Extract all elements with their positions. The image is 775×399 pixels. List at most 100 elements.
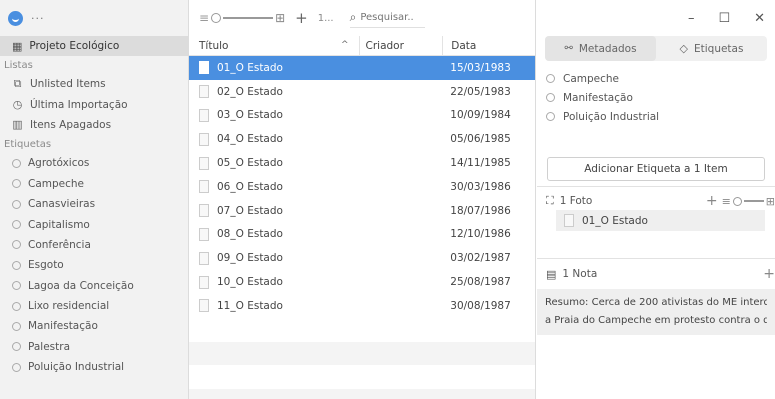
metadata-icon: ⚯ [564,43,573,54]
item-tag[interactable]: Campeche [546,69,775,88]
photo-item[interactable]: 01_O Estado [556,210,765,231]
table-row[interactable]: 09_O Estado 03/02/1987 [189,246,535,270]
tag-circle-icon [12,362,21,372]
table-row[interactable]: 11_O Estado 30/08/1987 [189,294,535,318]
clock-icon: ◷ [12,98,23,112]
sidebar-tag[interactable]: Agrotóxicos [0,153,188,173]
table-row[interactable]: 06_O Estado 30/03/1986 [189,175,535,199]
minimize-icon[interactable]: – [688,11,695,26]
photos-header: ⛶ 1 Foto + ≡ ⊞ [546,191,775,211]
slider-knob[interactable] [211,13,222,23]
library-item[interactable]: ▦ Projeto Ecológico [0,36,188,56]
tag-label: Campeche [563,72,620,85]
tag-circle-icon [12,158,21,168]
column-date[interactable]: Data [442,36,535,55]
app-logo-icon[interactable] [8,10,23,26]
document-icon [199,61,209,75]
tag-circle-icon [12,179,21,189]
document-icon [199,251,209,265]
sidebar-item-unlisted[interactable]: ⧉ Unlisted Items [0,74,188,94]
sidebar-tag[interactable]: Esgoto [0,255,188,275]
inspector-tabs: ⚯ Metadados ◇ Etiquetas [545,36,767,61]
sidebar-tag[interactable]: Lagoa da Conceição [0,276,188,296]
document-icon [199,156,209,170]
item-rows: 01_O Estado 15/03/1983 02_O Estado 22/05/1… [189,56,535,399]
note-preview[interactable]: Resumo: Cerca de 200 ativistas do ME int… [537,289,775,335]
item-date: 15/03/1983 [450,61,511,74]
sidebar-tag[interactable]: Manifestação [0,316,188,336]
table-row[interactable]: 07_O Estado 18/07/1986 [189,199,535,223]
table-row[interactable]: 05_O Estado 14/11/1985 [189,151,535,175]
item-date: 18/07/1986 [450,204,511,217]
item-tag[interactable]: Poluição Industrial [546,107,775,126]
item-count: 1... [317,12,334,24]
tag-circle-icon [12,199,21,209]
column-creator[interactable]: Criador [358,36,443,55]
document-icon [199,299,209,313]
sidebar-item-last-import[interactable]: ◷ Última Importação [0,94,188,114]
more-options-icon[interactable]: ··· [31,12,45,25]
photo-people-icon: ⛶ [546,194,554,207]
lists-header: Listas [4,59,33,71]
sidebar-tag[interactable]: Lixo residencial [0,296,188,316]
tab-metadata[interactable]: ⚯ Metadados [545,36,656,61]
sidebar-tag[interactable]: Capitalismo [0,214,188,234]
sidebar-tag[interactable]: Conferência [0,235,188,255]
item-date: 12/10/1986 [450,228,511,241]
tag-circle-icon [12,240,21,250]
table-row[interactable]: 08_O Estado 12/10/1986 [189,223,535,247]
sidebar-tag[interactable]: Palestra [0,337,188,357]
item-title: 07_O Estado [217,204,283,217]
item-title: 02_O Estado [217,85,283,98]
item-date: 05/06/1985 [450,133,511,146]
item-tag-list: Campeche Manifestação Poluição Industria… [537,61,775,126]
tag-label: Esgoto [28,259,64,272]
search-input[interactable] [360,12,415,23]
tab-tags[interactable]: ◇ Etiquetas [656,36,767,61]
inspector-pane: – ☐ ✕ ⚯ Metadados ◇ Etiquetas Campeche M… [537,0,775,399]
item-date: 22/05/1983 [450,85,511,98]
add-note-icon[interactable]: + [763,266,775,282]
item-date: 03/02/1987 [450,252,511,265]
table-row[interactable]: 10_O Estado 25/08/1987 [189,270,535,294]
tag-label: Poluição Industrial [563,110,660,123]
table-row[interactable]: 02_O Estado 22/05/1983 [189,80,535,104]
add-item-icon[interactable]: + [295,9,308,27]
column-title[interactable]: Título ^ [189,40,359,52]
sidebar: ··· ▦ Projeto Ecológico Listas ⧉ Unliste… [0,0,189,399]
table-row[interactable]: 03_O Estado 10/09/1984 [189,104,535,128]
table-row[interactable]: 04_O Estado 05/06/1985 [189,127,535,151]
column-title-label: Título [199,39,229,52]
sidebar-tag[interactable]: Poluição Industrial [0,357,188,377]
tag-label: Lagoa da Conceição [28,279,134,292]
table-row[interactable]: 01_O Estado 15/03/1983 [189,56,535,80]
sidebar-tag[interactable]: Canasvieiras [0,194,188,214]
sidebar-tag[interactable]: Campeche [0,174,188,194]
tag-list: Agrotóxicos Campeche Canasvieiras Capita… [0,153,188,377]
item-date: 10/09/1984 [450,109,511,122]
search-box[interactable]: ⌕ [349,8,425,28]
item-date: 14/11/1985 [450,157,511,170]
view-size-slider[interactable]: ≡ ⊞ [199,11,285,25]
document-icon [199,180,209,194]
item-title: 04_O Estado [217,133,283,146]
column-header: Título ^ Criador Data [189,36,535,56]
photo-size-slider[interactable]: ≡ ⊞ [722,195,775,208]
maximize-icon[interactable]: ☐ [718,11,730,26]
empty-row [189,317,535,342]
item-title: 09_O Estado [217,252,283,265]
tag-icon: ◇ [679,42,688,55]
divider [537,258,775,259]
sidebar-item-trash[interactable]: ▥ Itens Apagados [0,115,188,135]
add-photo-icon[interactable]: + [706,193,718,209]
add-tag-button[interactable]: Adicionar Etiqueta a 1 Item [547,157,765,181]
close-icon[interactable]: ✕ [754,11,765,26]
document-icon [199,227,209,241]
item-tag[interactable]: Manifestação [546,88,775,107]
tag-circle-icon [546,112,555,121]
document-icon [199,108,209,122]
tags-header: Etiquetas [4,138,52,150]
empty-row [189,389,535,399]
item-date: 30/08/1987 [450,299,511,312]
note-icon: ▤ [546,267,557,281]
